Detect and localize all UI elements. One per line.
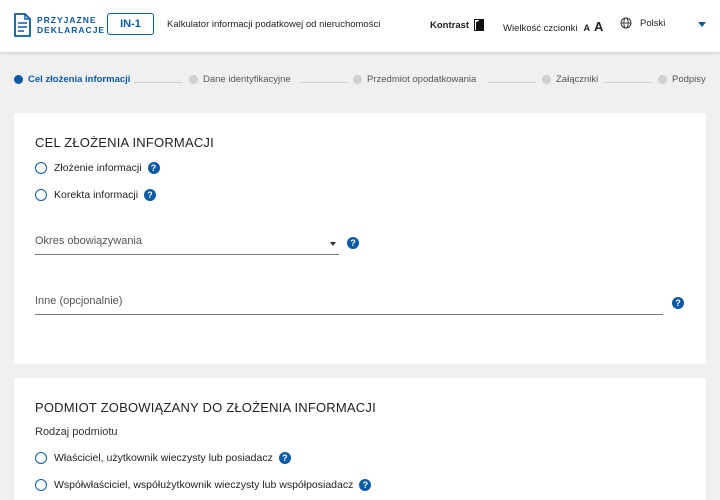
font-size-label: Wielkość czcionki	[503, 23, 578, 34]
help-icon[interactable]: ?	[672, 297, 684, 309]
step-dot	[542, 75, 551, 84]
radio-submit-information[interactable]: Złożenie informacji ?	[35, 162, 160, 174]
progress-stepper: Cel złożenia informacji Dane identyfikac…	[0, 74, 720, 92]
font-size-small-button[interactable]: A	[583, 23, 590, 33]
language-label: Polski	[640, 17, 666, 29]
step-connector	[300, 82, 348, 83]
step-connector	[604, 82, 652, 83]
subject-section-title: PODMIOT ZOBOWIĄZANY DO ZŁOŻENIA INFORMAC…	[35, 400, 376, 415]
radio-correct-information[interactable]: Korekta informacji ?	[35, 189, 157, 201]
logo-text: PRZYJAZNE DEKLARACJE	[37, 15, 105, 35]
step-connector	[134, 82, 182, 83]
step-dot	[189, 75, 198, 84]
radio-co-owner[interactable]: Współwłaściciel, współużytkownik wieczys…	[35, 479, 372, 491]
logo[interactable]: PRZYJAZNE DEKLARACJE	[12, 13, 105, 37]
help-icon[interactable]: ?	[147, 162, 160, 174]
step-dot	[658, 75, 667, 84]
purpose-section-title: CEL ZŁOŻENIA INFORMACJI	[35, 135, 214, 150]
step-taxation-subject[interactable]: Przedmiot opodatkowania	[353, 74, 476, 85]
radio-button[interactable]	[35, 452, 47, 464]
purpose-card: CEL ZŁOŻENIA INFORMACJI Złożenie informa…	[14, 113, 706, 364]
font-size-control: Wielkość czcionki A A	[503, 19, 603, 34]
contrast-label: Kontrast	[430, 19, 470, 31]
app-title: Kalkulator informacji podatkowej od nier…	[167, 19, 381, 30]
contrast-toggle[interactable]: Kontrast	[430, 19, 485, 31]
help-icon[interactable]: ?	[278, 452, 291, 464]
step-label: Dane identyfikacyjne	[203, 74, 291, 85]
radio-label: Korekta informacji	[54, 189, 139, 201]
logo-line-2: DEKLARACJE	[37, 25, 106, 35]
step-label: Przedmiot opodatkowania	[367, 74, 477, 85]
radio-owner[interactable]: Właściciel, użytkownik wieczysty lub pos…	[35, 452, 291, 464]
radio-label: Współwłaściciel, współużytkownik wieczys…	[54, 479, 354, 491]
step-signatures[interactable]: Podpisy	[658, 74, 706, 85]
step-connector	[488, 82, 536, 83]
step-dot	[14, 75, 23, 84]
step-attachments[interactable]: Załączniki	[542, 74, 598, 85]
logo-line-1: PRZYJAZNE	[37, 15, 97, 25]
help-icon[interactable]: ?	[144, 189, 157, 201]
subject-card: PODMIOT ZOBOWIĄZANY DO ZŁOŻENIA INFORMAC…	[14, 378, 706, 500]
step-label: Podpisy	[672, 74, 706, 85]
radio-label: Właściciel, użytkownik wieczysty lub pos…	[54, 452, 273, 464]
help-icon[interactable]: ?	[359, 479, 372, 491]
radio-button[interactable]	[35, 479, 47, 491]
globe-icon	[620, 17, 632, 29]
help-icon[interactable]: ?	[347, 237, 359, 249]
document-logo-icon	[14, 13, 31, 37]
step-label: Załączniki	[556, 74, 599, 85]
top-header: PRZYJAZNE DEKLARACJE IN-1 Kalkulator inf…	[0, 0, 720, 52]
step-dot	[353, 75, 362, 84]
step-label: Cel złożenia informacji	[28, 74, 131, 85]
other-input[interactable]: Inne (opcjonalnie)	[35, 295, 663, 315]
caret-down-icon	[330, 242, 336, 246]
period-placeholder: Okres obowiązywania	[35, 235, 142, 247]
language-select[interactable]: Polski	[620, 17, 708, 29]
form-code-badge: IN-1	[107, 13, 154, 35]
chevron-down-icon	[698, 22, 706, 27]
radio-button[interactable]	[35, 162, 47, 174]
contrast-icon	[474, 19, 485, 31]
entity-type-label: Rodzaj podmiotu	[35, 426, 118, 438]
step-identification[interactable]: Dane identyfikacyjne	[189, 74, 291, 85]
radio-label: Złożenie informacji	[54, 162, 142, 174]
other-placeholder: Inne (opcjonalnie)	[35, 295, 123, 307]
radio-button[interactable]	[35, 189, 47, 201]
period-select[interactable]: Okres obowiązywania	[35, 235, 339, 255]
font-size-large-button[interactable]: A	[594, 19, 603, 34]
step-purpose[interactable]: Cel złożenia informacji	[14, 74, 130, 85]
